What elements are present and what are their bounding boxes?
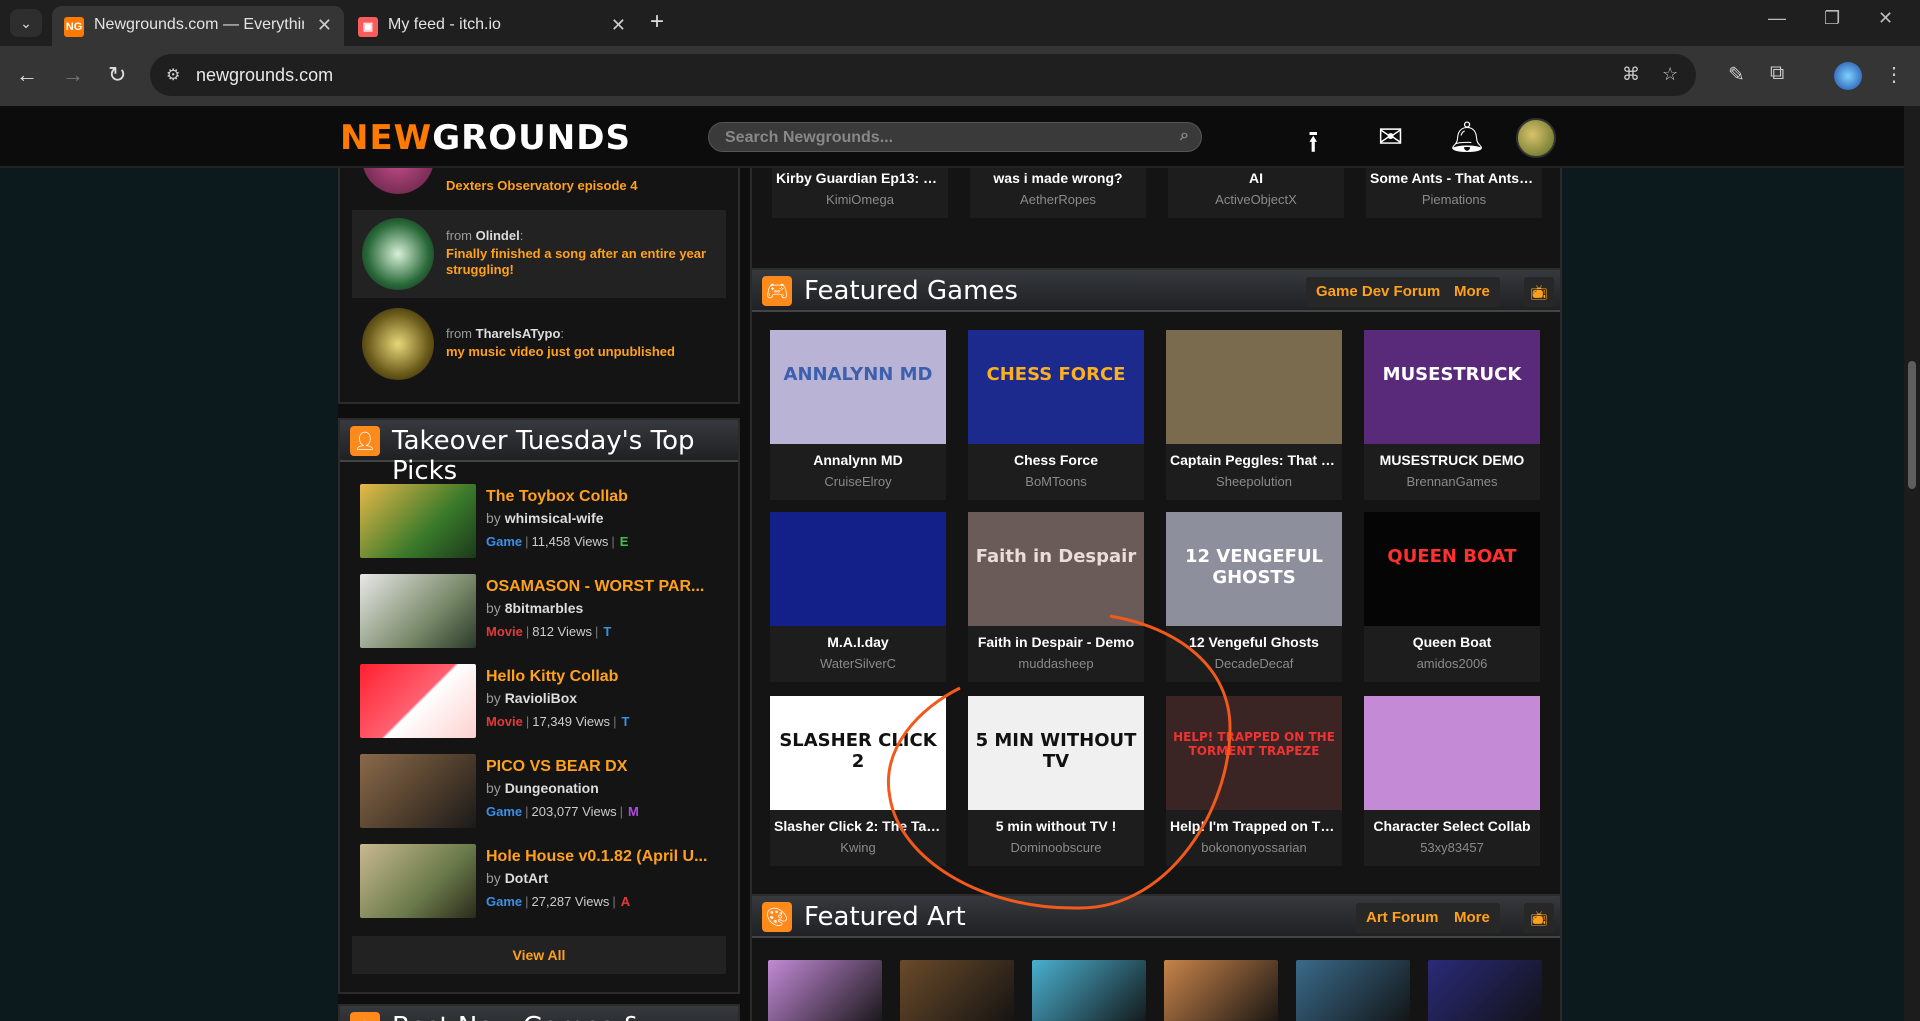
tab-title: My feed - itch.io	[388, 16, 501, 33]
omnibox[interactable]: ⚙ newgrounds.com ⌘ ☆	[150, 54, 1696, 96]
pen-icon[interactable]: ✎	[1728, 62, 1745, 87]
minimize-icon[interactable]: —	[1768, 8, 1786, 29]
translate-icon[interactable]: ⌘	[1622, 64, 1640, 85]
profile-avatar[interactable]	[1834, 62, 1862, 90]
tab-itchio[interactable]: ▣ My feed - itch.io ✕	[346, 6, 638, 46]
search-input[interactable]: Search Newgrounds... ⌕	[708, 122, 1202, 152]
page-content: Dexters Observatory episode 4 from Olind…	[0, 168, 1904, 1021]
search-icon[interactable]: ⌕	[1180, 127, 1189, 145]
site-header: NEWGROUNDS Search Newgrounds... ⌕ ⭱ ✉ 🔔︎	[0, 106, 1904, 168]
url-text: newgrounds.com	[196, 65, 334, 85]
browser-tab-strip: ⌄ NG Newgrounds.com — Everything ✕ ▣ My …	[0, 0, 1920, 46]
forward-arrow-icon[interactable]: →	[62, 62, 84, 88]
logo-grounds: GROUNDS	[432, 118, 631, 158]
newgrounds-logo[interactable]: NEWGROUNDS	[340, 118, 631, 158]
annotation-circle	[887, 614, 1232, 910]
address-bar-row: ← → ↻ ⚙ newgrounds.com ⌘ ☆ ✎ ⧉ ⋮	[0, 46, 1920, 106]
close-tab-icon[interactable]: ✕	[317, 15, 332, 36]
scrollbar-thumb[interactable]	[1908, 361, 1916, 489]
new-tab-plus-icon[interactable]: +	[650, 8, 664, 36]
bookmark-star-icon[interactable]: ☆	[1662, 64, 1678, 85]
user-avatar[interactable]	[1516, 118, 1556, 158]
logo-new: NEW	[340, 118, 433, 158]
tab-search-chevron-icon[interactable]: ⌄	[10, 9, 42, 37]
tab-title: Newgrounds.com — Everything	[94, 16, 304, 33]
extensions-puzzle-icon[interactable]: ⧉	[1770, 62, 1784, 85]
close-tab-icon[interactable]: ✕	[611, 15, 626, 36]
search-placeholder: Search Newgrounds...	[725, 129, 894, 146]
restore-icon[interactable]: ❐	[1824, 8, 1840, 29]
reload-icon[interactable]: ↻	[108, 62, 126, 88]
page-scrollbar[interactable]	[1904, 106, 1920, 1021]
back-arrow-icon[interactable]: ←	[16, 62, 38, 88]
close-window-icon[interactable]: ✕	[1878, 8, 1893, 29]
itch-favicon-icon: ▣	[358, 17, 378, 37]
mail-icon[interactable]: ✉	[1378, 120, 1403, 155]
tab-newgrounds[interactable]: NG Newgrounds.com — Everything ✕	[52, 6, 344, 46]
notifications-bell-icon[interactable]: 🔔︎	[1448, 120, 1486, 155]
upload-icon[interactable]: ⭱	[1308, 120, 1319, 171]
site-settings-icon[interactable]: ⚙	[166, 65, 180, 85]
newgrounds-favicon-icon: NG	[64, 17, 84, 37]
menu-dots-icon[interactable]: ⋮	[1884, 62, 1904, 87]
